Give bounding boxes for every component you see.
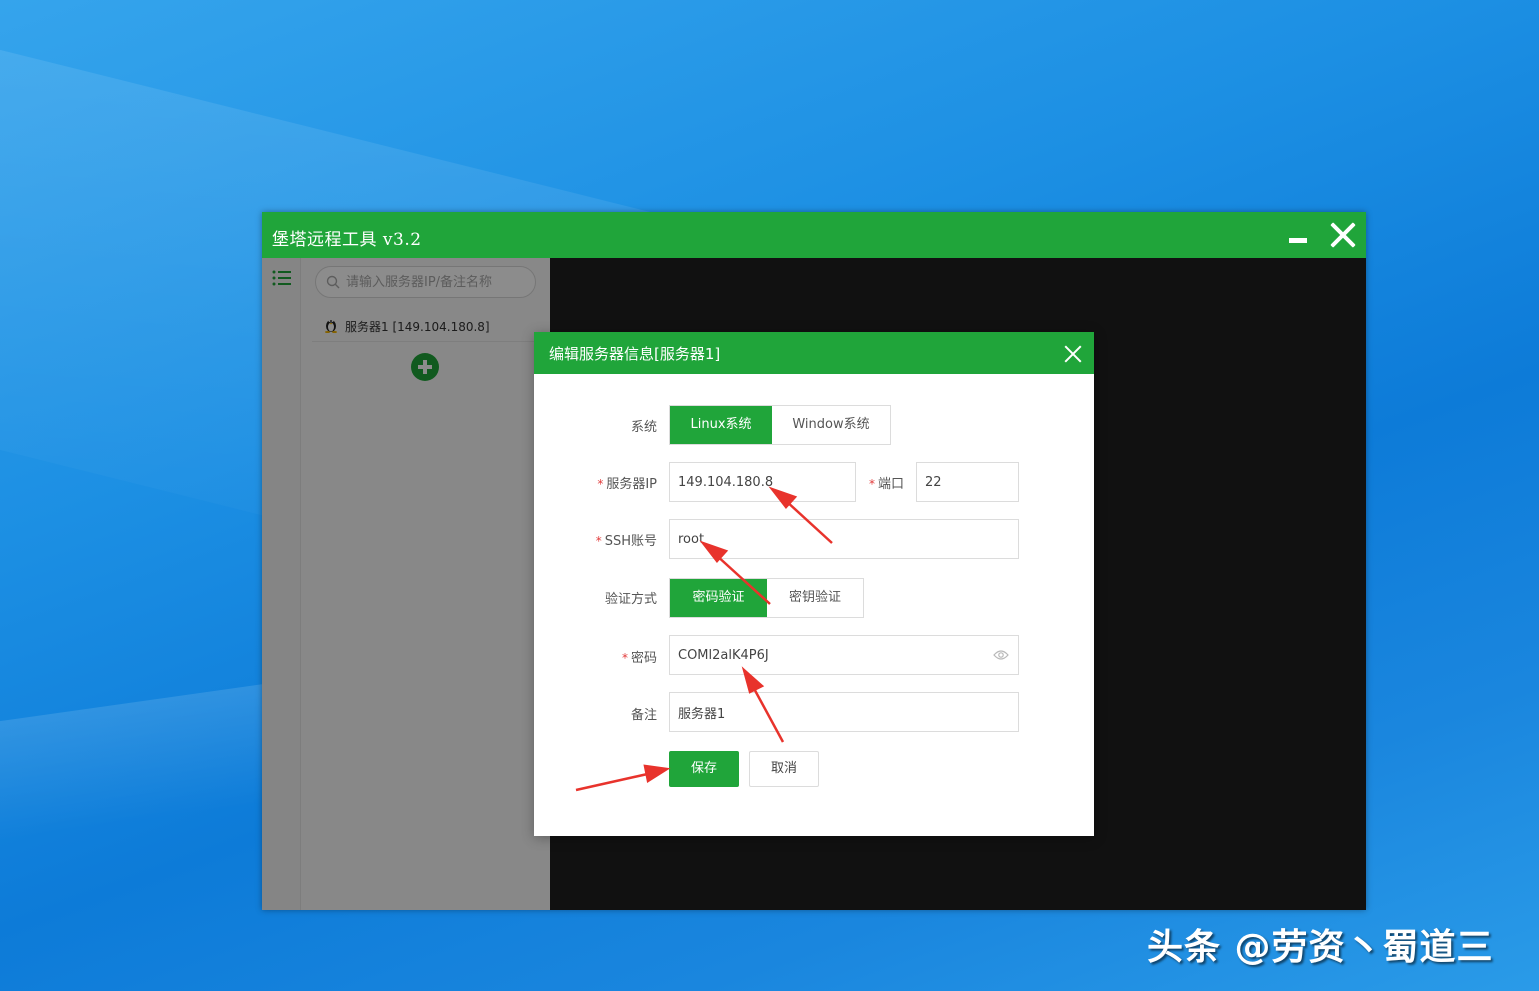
linux-system-option[interactable]: Linux系统 [670,406,772,444]
auth-method-selector: 密码验证 密钥验证 [669,578,864,618]
remark-input[interactable] [670,693,1018,731]
password-field[interactable] [669,635,1019,675]
save-button[interactable]: 保存 [669,751,739,787]
ssh-account-input[interactable] [670,520,1018,558]
port-input[interactable] [917,463,1018,501]
required-mark: * [621,651,628,665]
auth-method-label: 验证方式 [604,592,657,607]
ssh-account-field[interactable] [669,519,1019,559]
ssh-account-label: * SSH账号 [595,534,657,549]
dialog-header: 编辑服务器信息[服务器1] [534,332,1094,374]
close-window-button[interactable] [1328,220,1358,250]
required-mark: * [868,477,875,491]
windows-system-option[interactable]: Window系统 [772,406,890,444]
cancel-button[interactable]: 取消 [749,751,819,787]
password-auth-option[interactable]: 密码验证 [670,579,767,617]
desktop-light-beam [0,678,300,842]
modal-overlay [262,258,550,910]
required-mark: * [595,534,602,548]
remark-label: 备注 [630,708,657,723]
title-bar[interactable]: 堡塔远程工具 v3.2 [262,212,1366,258]
key-auth-option[interactable]: 密钥验证 [767,579,863,617]
password-input[interactable] [670,636,1018,674]
app-title: 堡塔远程工具 v3.2 [272,230,422,250]
dialog-close-icon[interactable] [1062,343,1084,365]
system-label: 系统 [630,420,657,435]
show-password-eye-icon[interactable] [993,649,1009,661]
edit-server-dialog: 编辑服务器信息[服务器1] 系统 Linux系统 Window系统 * 服务器IP… [534,332,1094,836]
minimize-button[interactable] [1289,238,1307,243]
dialog-title: 编辑服务器信息[服务器1] [549,345,721,363]
server-ip-label: * 服务器IP [597,477,657,492]
remark-field[interactable] [669,692,1019,732]
system-selector: Linux系统 Window系统 [669,405,891,445]
port-label: * 端口 [868,477,904,492]
password-label: * 密码 [621,651,657,666]
watermark: 头条 @劳资丶蜀道三 [1147,927,1494,968]
port-field[interactable] [916,462,1019,502]
required-mark: * [597,477,604,491]
